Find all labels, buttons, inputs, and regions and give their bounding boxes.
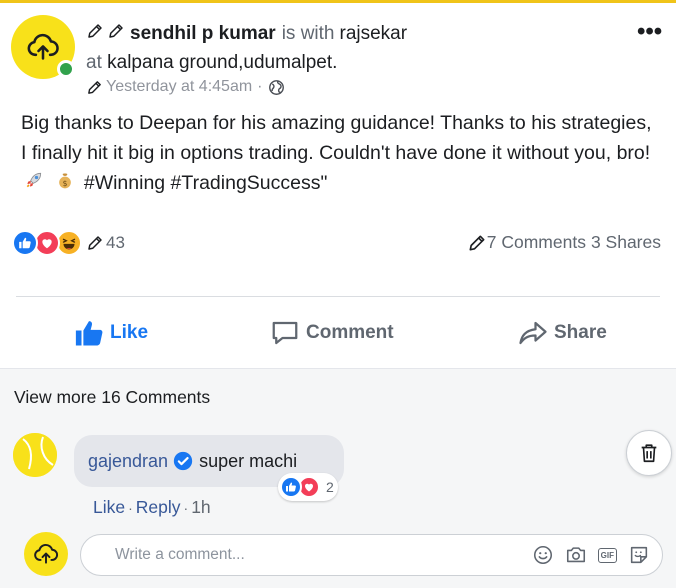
- pencil-icon: [86, 234, 104, 252]
- separator: ·: [128, 499, 133, 516]
- pencil-icon: [86, 22, 104, 46]
- pencil-icon: [86, 79, 103, 96]
- with-label: is with: [281, 23, 335, 44]
- online-status-dot: [57, 60, 75, 78]
- trash-icon: [641, 444, 657, 463]
- like-icon: [12, 230, 38, 256]
- comment-author[interactable]: gajendran: [88, 451, 168, 472]
- verified-badge-icon: [173, 451, 193, 471]
- comments-count[interactable]: 7 Comments: [487, 232, 586, 253]
- money-bag-icon: $: [55, 169, 75, 199]
- upload-cloud-icon: [27, 33, 59, 60]
- comment-composer[interactable]: GIF: [80, 534, 663, 576]
- post-body: Big thanks to Deepan for his amazing gui…: [21, 108, 661, 199]
- comment-reaction-count: 2: [326, 479, 334, 495]
- top-accent-line: [0, 0, 676, 3]
- post-stats: 7 Comments 3 Shares: [467, 232, 661, 253]
- location-prefix: at: [86, 52, 102, 73]
- post-hashtags: #Winning #TradingSuccess": [83, 172, 328, 194]
- camera-icon[interactable]: [565, 544, 587, 566]
- post-author-name[interactable]: sendhil p kumar: [130, 23, 276, 45]
- comment-actions: Like · Reply · 1h: [93, 497, 211, 518]
- share-button-label: Share: [554, 322, 607, 343]
- reaction-count-value: 43: [106, 233, 125, 252]
- meta-separator: ·: [257, 78, 263, 95]
- sticker-icon[interactable]: [628, 544, 650, 566]
- post-meta-line: Yesterday at 4:45am ·: [86, 78, 285, 96]
- comment-time[interactable]: 1h: [191, 497, 210, 518]
- post-location[interactable]: kalpana ground,udumalpet.: [107, 52, 337, 73]
- share-arrow-icon: [519, 321, 547, 345]
- svg-text:$: $: [63, 179, 68, 188]
- pencil-icon: [107, 22, 125, 46]
- post-text: Big thanks to Deepan for his amazing gui…: [21, 112, 652, 164]
- tagged-friend-name[interactable]: rajsekar: [340, 23, 408, 45]
- current-user-avatar: [24, 532, 68, 576]
- comment-reply-link[interactable]: Reply: [136, 497, 181, 518]
- thumbs-up-icon: [75, 321, 103, 346]
- comment-reactions[interactable]: 2: [278, 473, 338, 501]
- commenter-avatar[interactable]: [13, 433, 57, 477]
- post-timestamp[interactable]: Yesterday at 4:45am: [106, 78, 252, 96]
- view-more-comments-link[interactable]: View more 16 Comments: [14, 387, 210, 408]
- pencil-icon: [467, 233, 487, 253]
- like-button-label: Like: [110, 322, 149, 343]
- shares-count[interactable]: 3 Shares: [591, 232, 661, 253]
- more-options-icon[interactable]: •••: [637, 20, 662, 44]
- comment-button-label: Comment: [306, 322, 394, 343]
- composer-icons: GIF: [521, 544, 650, 566]
- share-button[interactable]: Share: [518, 318, 607, 348]
- like-icon: [280, 476, 302, 498]
- delete-comment-button[interactable]: [626, 430, 672, 476]
- gif-label: GIF: [597, 547, 617, 563]
- globe-icon[interactable]: [268, 79, 285, 96]
- rocket-icon: [24, 169, 44, 199]
- comment-button[interactable]: Comment: [270, 318, 394, 348]
- reactions-summary[interactable]: 43: [12, 230, 125, 256]
- comment-bubble-icon: [272, 321, 298, 345]
- reaction-count: 43: [86, 233, 125, 253]
- comment-input[interactable]: [115, 546, 521, 564]
- divider: [16, 296, 660, 297]
- post-location-line: at kalpana ground,udumalpet.: [86, 52, 337, 74]
- emoji-icon[interactable]: [532, 544, 554, 566]
- tennis-ball-icon: [13, 433, 57, 477]
- comment-text: super machi: [199, 450, 298, 471]
- gif-icon[interactable]: GIF: [597, 547, 617, 563]
- like-button[interactable]: Like: [74, 318, 148, 348]
- comment-like-link[interactable]: Like: [93, 497, 125, 518]
- upload-cloud-icon: [34, 544, 59, 564]
- separator: ·: [183, 499, 189, 516]
- post-header-line: sendhil p kumar is with rajsekar: [86, 22, 407, 46]
